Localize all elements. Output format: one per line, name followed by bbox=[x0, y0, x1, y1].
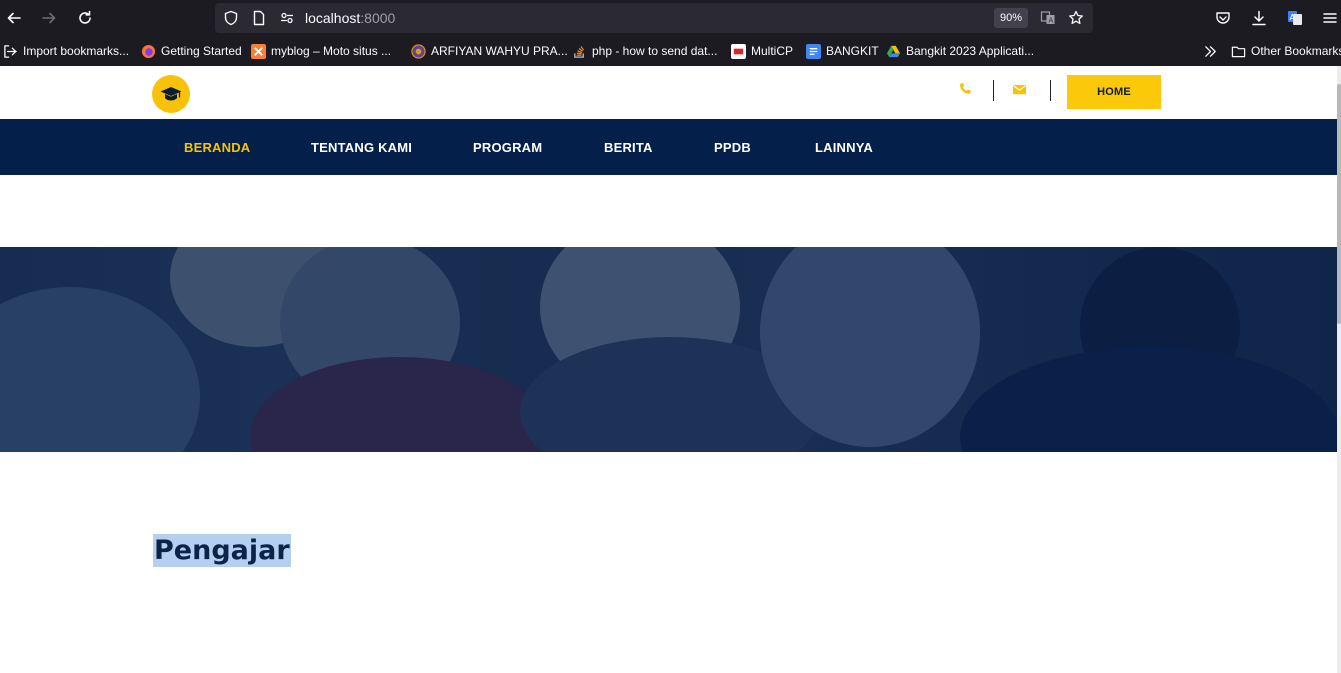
reload-icon[interactable] bbox=[72, 5, 98, 31]
nav-item-beranda[interactable]: BERANDA bbox=[184, 119, 250, 175]
permissions-icon[interactable] bbox=[278, 9, 296, 27]
download-icon[interactable] bbox=[1246, 5, 1272, 31]
bookmark-star-icon[interactable] bbox=[1067, 9, 1085, 27]
bookmark-myblog[interactable]: myblog – Moto situs ... bbox=[251, 42, 391, 60]
bookmarks-overflow-chevron-icon[interactable] bbox=[1203, 42, 1218, 60]
zoom-badge[interactable]: 90% bbox=[994, 8, 1028, 28]
svg-text:A: A bbox=[1290, 13, 1296, 22]
bookmark-arfiyan[interactable]: ARFIYAN WAHYU PRA... bbox=[411, 42, 568, 60]
folder-icon bbox=[1231, 44, 1246, 59]
bookmark-label: Bangkit 2023 Applicati... bbox=[906, 44, 1035, 58]
url-host: localhost bbox=[305, 10, 361, 26]
graduation-cap-logo-icon[interactable] bbox=[152, 75, 190, 113]
other-bookmarks-label: Other Bookmarks bbox=[1251, 44, 1341, 58]
page-scrollbar[interactable] bbox=[1337, 66, 1341, 673]
nav-item-berita[interactable]: BERITA bbox=[604, 119, 653, 175]
site-header: HOME bbox=[0, 66, 1337, 119]
firefox-icon bbox=[141, 44, 156, 59]
xampp-icon bbox=[251, 43, 266, 59]
university-seal-icon bbox=[411, 43, 426, 59]
bookmarks-bar: Import bookmarks... Getting Started mybl… bbox=[0, 36, 1341, 66]
web-page: HOME BERANDA TENTANG KAMI PROGRAM BERITA… bbox=[0, 66, 1337, 673]
bookmark-label: BANGKIT bbox=[826, 44, 879, 58]
bookmark-label: php - how to send dat... bbox=[592, 44, 718, 58]
other-bookmarks[interactable]: Other Bookmarks bbox=[1231, 42, 1341, 60]
bookmark-label: ARFIYAN WAHYU PRA... bbox=[431, 44, 568, 58]
pocket-icon[interactable] bbox=[1210, 5, 1236, 31]
main-navbar: BERANDA TENTANG KAMI PROGRAM BERITA PPDB… bbox=[0, 119, 1337, 175]
back-icon[interactable] bbox=[1, 5, 27, 31]
url-port: :8000 bbox=[360, 10, 396, 26]
hero-banner-image bbox=[0, 247, 1337, 452]
bookmark-bangkit[interactable]: BANGKIT bbox=[806, 42, 879, 60]
bookmark-bangkit-2023[interactable]: Bangkit 2023 Applicati... bbox=[886, 42, 1034, 60]
forward-icon[interactable] bbox=[36, 5, 62, 31]
translate-icon[interactable]: A bbox=[1039, 9, 1057, 27]
header-divider bbox=[993, 80, 994, 101]
bookmark-php[interactable]: php - how to send dat... bbox=[572, 42, 717, 60]
home-button[interactable]: HOME bbox=[1067, 75, 1161, 109]
google-drive-icon bbox=[886, 44, 901, 59]
import-icon bbox=[3, 44, 18, 59]
nav-item-ppdb[interactable]: PPDB bbox=[714, 119, 751, 175]
url-bar[interactable]: localhost:8000 90% A bbox=[215, 3, 1093, 33]
bookmark-label: Import bookmarks... bbox=[23, 44, 130, 58]
url-text[interactable]: localhost:8000 bbox=[305, 10, 395, 26]
section-title: Pengajar bbox=[153, 534, 291, 567]
nav-item-tentang-kami[interactable]: TENTANG KAMI bbox=[311, 119, 412, 175]
browser-toolbar: localhost:8000 90% A A bbox=[0, 0, 1341, 36]
bookmark-label: myblog – Moto situs ... bbox=[271, 44, 392, 58]
bookmark-getting-started[interactable]: Getting Started bbox=[141, 42, 242, 60]
shield-icon[interactable] bbox=[222, 9, 240, 27]
phone-icon[interactable] bbox=[956, 80, 974, 98]
multicp-icon bbox=[731, 43, 746, 59]
envelope-icon[interactable] bbox=[1010, 80, 1028, 98]
page-icon[interactable] bbox=[250, 9, 268, 27]
hero-overlay bbox=[0, 247, 1337, 452]
nav-item-lainnya[interactable]: LAINNYA bbox=[815, 119, 873, 175]
stackoverflow-icon bbox=[572, 44, 587, 59]
scrollbar-thumb[interactable] bbox=[1337, 84, 1341, 324]
menu-icon[interactable] bbox=[1317, 5, 1341, 31]
translate-extension-icon[interactable]: A bbox=[1282, 5, 1308, 31]
bookmark-import[interactable]: Import bookmarks... bbox=[3, 42, 129, 60]
bookmark-label: Getting Started bbox=[161, 44, 242, 58]
bookmark-label: MultiCP bbox=[751, 44, 794, 58]
nav-item-program[interactable]: PROGRAM bbox=[473, 119, 542, 175]
bookmark-multicp[interactable]: MultiCP bbox=[731, 42, 793, 60]
svg-text:A: A bbox=[1049, 17, 1054, 25]
google-docs-icon bbox=[806, 43, 821, 59]
header-divider bbox=[1050, 80, 1051, 101]
